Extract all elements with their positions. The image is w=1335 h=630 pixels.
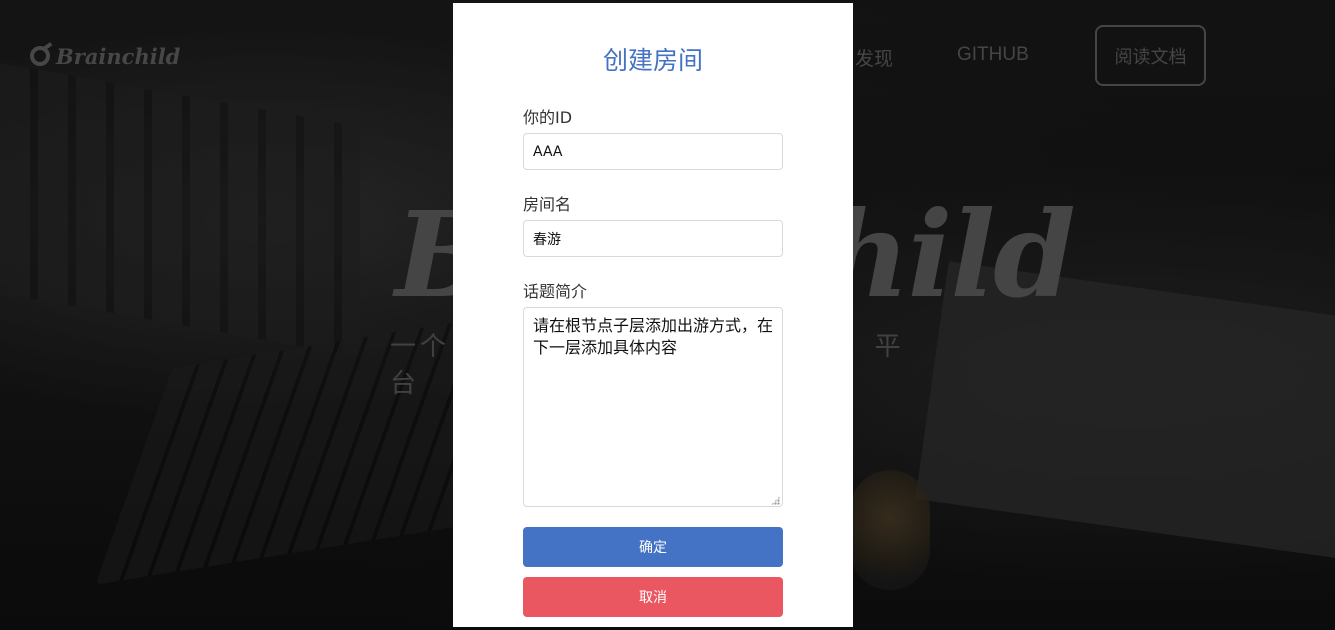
room-name-input[interactable] [523,220,783,257]
cancel-button[interactable]: 取消 [523,577,783,617]
confirm-button[interactable]: 确定 [523,527,783,567]
id-input[interactable] [523,133,783,170]
topic-textarea[interactable]: 请在根节点子层添加出游方式，在下一层添加具体内容 [523,307,783,507]
topic-label: 话题简介 [523,282,588,301]
modal-title: 创建房间 [602,46,703,75]
page: Brainchild 发现 GITHUB 阅读文档 Brainchild 一个 … [0,0,1335,630]
create-room-modal: 创建房间 你的ID 房间名 话题简介 请在根节点子层添加出游方式，在下一层添加具… [453,3,853,627]
room-name-label: 房间名 [523,195,572,214]
id-label: 你的ID [523,108,573,127]
